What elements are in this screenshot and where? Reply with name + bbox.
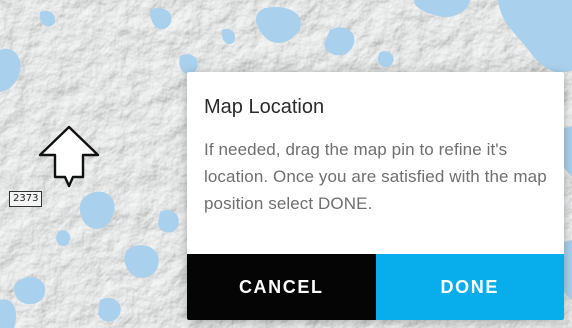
map-pin-icon[interactable]: [37, 125, 101, 189]
dialog-message: If needed, drag the map pin to refine it…: [204, 140, 547, 213]
done-button[interactable]: DONE: [375, 254, 564, 320]
dialog-title: Map Location: [204, 96, 325, 118]
road-shield: 2373: [9, 191, 43, 207]
dialog-actions: CANCEL DONE: [187, 254, 564, 320]
map-location-dialog: Map Location If needed, drag the map pin…: [187, 72, 564, 320]
cancel-button[interactable]: CANCEL: [187, 254, 376, 320]
